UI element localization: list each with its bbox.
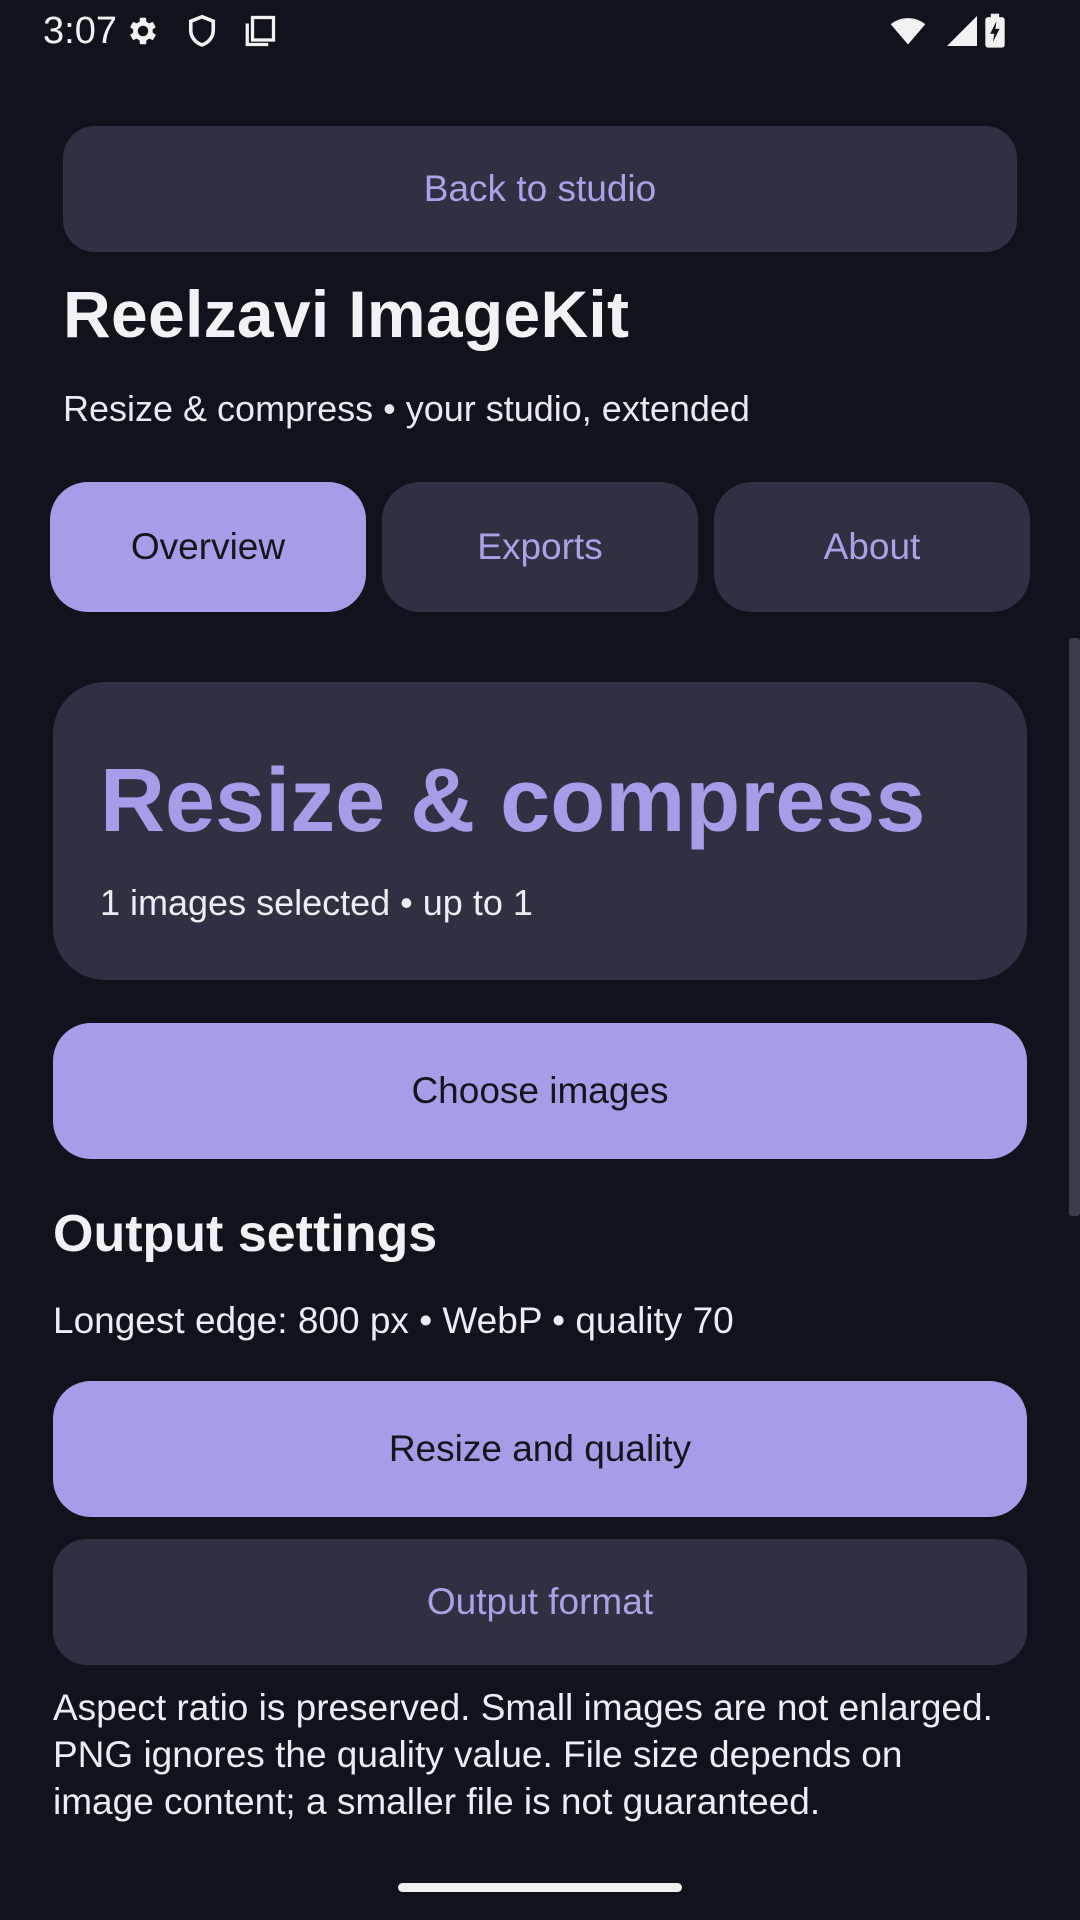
app-title: Reelzavi ImageKit bbox=[63, 277, 630, 351]
output-note-container: Aspect ratio is preserved. Small images … bbox=[53, 1684, 1013, 1856]
hero-card: Resize & compress 1 images selected • up… bbox=[53, 682, 1027, 980]
shield-icon bbox=[184, 13, 220, 49]
output-format-button[interactable]: Output format bbox=[53, 1539, 1027, 1665]
wifi-icon bbox=[888, 13, 928, 49]
gear-icon bbox=[125, 13, 161, 49]
scrollbar[interactable] bbox=[1069, 638, 1080, 1216]
signal-icon bbox=[944, 13, 980, 49]
copy-icon bbox=[242, 13, 278, 49]
app-subtitle: Resize & compress • your studio, extende… bbox=[63, 388, 750, 429]
resize-and-quality-button[interactable]: Resize and quality bbox=[53, 1381, 1027, 1517]
choose-images-button[interactable]: Choose images bbox=[53, 1023, 1027, 1159]
back-to-studio-button[interactable]: Back to studio bbox=[63, 126, 1017, 252]
output-settings-title: Output settings bbox=[53, 1205, 438, 1263]
hero-title: Resize & compress bbox=[100, 751, 926, 851]
tab-overview[interactable]: Overview bbox=[50, 482, 366, 612]
status-time: 3:07 bbox=[43, 10, 117, 52]
selection-count: 1 images selected • up to 1 bbox=[100, 882, 533, 923]
output-settings-summary: Longest edge: 800 px • WebP • quality 70 bbox=[53, 1300, 734, 1341]
battery-charging-icon bbox=[980, 13, 1010, 49]
status-bar: 3:07 bbox=[0, 0, 1080, 62]
screen: 3:07 Back to studio Reelzavi ImageKit Re… bbox=[0, 0, 1080, 1920]
tab-about[interactable]: About bbox=[714, 482, 1030, 612]
output-note: Aspect ratio is preserved. Small images … bbox=[53, 1687, 993, 1822]
tab-exports[interactable]: Exports bbox=[382, 482, 698, 612]
home-indicator[interactable] bbox=[398, 1883, 682, 1892]
